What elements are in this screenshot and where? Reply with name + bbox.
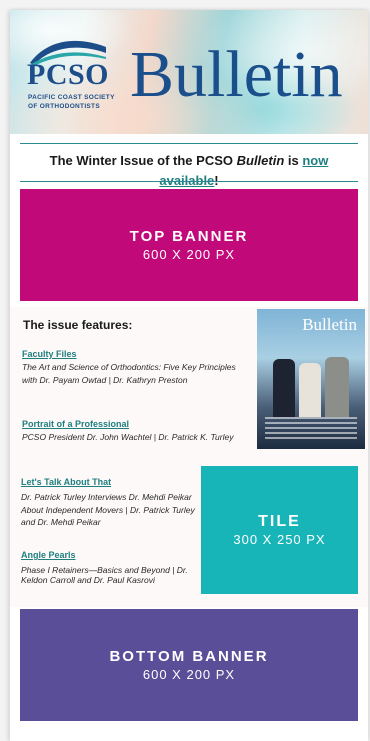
tile-size: 300 X 250 PX	[233, 532, 326, 547]
tile-ad[interactable]: TILE 300 X 250 PX	[201, 466, 358, 594]
issue-features-heading: The issue features:	[23, 318, 133, 332]
article-description: Dr. Patrick Turley Interviews Dr. Mehdi …	[21, 492, 195, 527]
article-title-lets-talk[interactable]: Let's Talk About That	[21, 477, 111, 487]
divider-bottom	[20, 181, 358, 182]
article-description: PCSO President Dr. John Wachtel | Dr. Pa…	[22, 432, 234, 442]
newsletter-email: PCSO PACIFIC COAST SOCIETY OF ORTHODONTI…	[10, 10, 368, 741]
top-banner-ad[interactable]: TOP BANNER 600 X 200 PX	[20, 189, 358, 301]
society-name: PACIFIC COAST SOCIETY OF ORTHODONTISTS	[28, 94, 115, 110]
header-banner: PCSO PACIFIC COAST SOCIETY OF ORTHODONTI…	[10, 10, 368, 134]
article-title-portrait[interactable]: Portrait of a Professional	[22, 419, 129, 429]
cover-title: Bulletin	[302, 315, 357, 334]
bottom-banner-size: 600 X 200 PX	[142, 667, 236, 682]
article-description: The Art and Science of Orthodontics: Fiv…	[22, 362, 236, 385]
cover-text-lines	[265, 414, 357, 439]
bottom-banner-title: BOTTOM BANNER	[109, 648, 269, 665]
issue-cover-image[interactable]: Bulletin	[257, 309, 365, 449]
pcso-logo-text: PCSO	[27, 58, 110, 91]
top-banner-title: TOP BANNER	[129, 228, 249, 245]
article-title-angle-pearls[interactable]: Angle Pearls	[21, 550, 76, 560]
cover-person	[273, 359, 295, 417]
cover-person	[299, 363, 321, 417]
top-banner-size: 600 X 200 PX	[142, 247, 236, 262]
tile-title: TILE	[258, 513, 301, 530]
divider-top	[20, 143, 358, 144]
article-title-faculty-files[interactable]: Faculty Files	[22, 349, 77, 359]
publication-title: Bulletin	[130, 38, 343, 111]
article-description: Phase I Retainers—Basics and Beyond | Dr…	[21, 565, 188, 585]
bottom-banner-ad[interactable]: BOTTOM BANNER 600 X 200 PX	[20, 609, 358, 721]
issue-announcement: The Winter Issue of the PCSO Bulletin is…	[49, 153, 329, 188]
cover-person	[325, 357, 349, 417]
